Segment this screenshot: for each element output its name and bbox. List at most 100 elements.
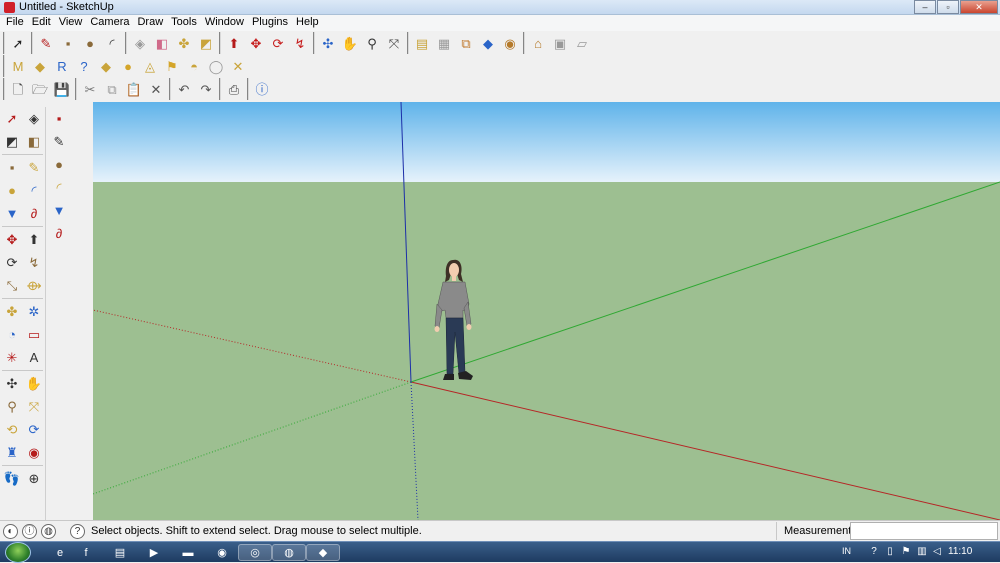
rectangle-tool-icon[interactable]: ▪: [57, 33, 79, 53]
menu-edit[interactable]: Edit: [28, 15, 55, 31]
paint-bucket-icon[interactable]: ◩: [195, 33, 217, 53]
save-file-icon[interactable]: 💾: [51, 79, 73, 99]
pan-icon[interactable]: ✋: [23, 373, 45, 395]
components-icon[interactable]: ⧉: [455, 33, 477, 53]
follow-me-icon[interactable]: ↯: [289, 33, 311, 53]
zoom-icon[interactable]: ⚲: [1, 396, 23, 418]
add-building-icon[interactable]: ⌂: [527, 33, 549, 53]
rotate-icon[interactable]: ⟳: [1, 252, 23, 274]
open-file-icon[interactable]: 🗁: [29, 79, 51, 99]
flag-icon[interactable]: ⚑: [161, 56, 183, 76]
3d-text-icon[interactable]: A: [23, 347, 45, 369]
rectangle-icon[interactable]: ▪: [1, 157, 23, 179]
copy-icon[interactable]: ⧉: [101, 79, 123, 99]
photo-textures-icon[interactable]: ▣: [549, 33, 571, 53]
sphere-icon[interactable]: ●: [117, 56, 139, 76]
previous-view-icon[interactable]: ⟲: [1, 419, 23, 441]
circle-tool-icon[interactable]: ●: [79, 33, 101, 53]
geo-location-icon[interactable]: ◐: [3, 524, 18, 539]
pan-tool-icon[interactable]: ✋: [339, 33, 361, 53]
tray-device-icon[interactable]: ▯: [884, 546, 896, 558]
eraser-tool-icon[interactable]: ◧: [151, 33, 173, 53]
arc-tool-icon[interactable]: ◜: [101, 33, 123, 53]
next-view-icon[interactable]: ⟳: [23, 419, 45, 441]
protractor-icon[interactable]: ◔: [1, 324, 23, 346]
ie-icon[interactable]: e: [46, 544, 74, 561]
language-indicator[interactable]: IN: [842, 546, 851, 556]
menu-view[interactable]: View: [55, 15, 87, 31]
folder-icon[interactable]: ▬: [174, 544, 202, 561]
line-tool-icon[interactable]: ✎: [35, 33, 57, 53]
tape-measure-icon[interactable]: ✤: [173, 33, 195, 53]
menu-file[interactable]: File: [2, 15, 28, 31]
chrome-icon[interactable]: ◎: [238, 544, 272, 561]
polygon-b-icon[interactable]: ▼: [48, 200, 70, 222]
eraser-icon[interactable]: ◧: [23, 131, 45, 153]
menu-plugins[interactable]: Plugins: [248, 15, 292, 31]
polygon-icon[interactable]: ▼: [1, 203, 23, 225]
move-tool-icon[interactable]: ✥: [245, 33, 267, 53]
dynamic-component-icon[interactable]: ◆: [95, 56, 117, 76]
get-models-icon[interactable]: ▤: [411, 33, 433, 53]
viewport-canvas[interactable]: [93, 102, 1000, 520]
component-icon[interactable]: ◈: [23, 108, 45, 130]
menu-draw[interactable]: Draw: [133, 15, 167, 31]
close-button[interactable]: ✕: [960, 0, 998, 14]
menu-window[interactable]: Window: [201, 15, 248, 31]
orbit-icon[interactable]: ✣: [1, 373, 23, 395]
model-info-icon[interactable]: ⓘ: [251, 79, 273, 99]
drawing-viewport[interactable]: [93, 102, 1000, 520]
print-icon[interactable]: ⎙: [223, 79, 245, 99]
look-around-icon[interactable]: ◉: [23, 442, 45, 464]
redo-icon[interactable]: ↷: [195, 79, 217, 99]
push-pull-icon[interactable]: ⬆: [223, 33, 245, 53]
instructor-help-icon[interactable]: ?: [70, 524, 85, 539]
line-b-icon[interactable]: ✎: [48, 131, 70, 153]
position-camera-icon[interactable]: ♜: [1, 442, 23, 464]
measurements-input[interactable]: [850, 522, 998, 540]
toggle-terrain-icon[interactable]: ▱: [571, 33, 593, 53]
orbit-tool-icon[interactable]: ✣: [317, 33, 339, 53]
help-badge-icon[interactable]: ?: [73, 56, 95, 76]
start-button[interactable]: [5, 542, 31, 563]
media-player-icon[interactable]: ▶: [140, 544, 168, 561]
new-file-icon[interactable]: 🗋: [7, 79, 29, 99]
section-plane-icon[interactable]: ⊕: [23, 468, 45, 490]
arc-icon[interactable]: ◜: [23, 180, 45, 202]
app-icon[interactable]: ◍: [272, 544, 306, 561]
line-icon[interactable]: ✎: [23, 157, 45, 179]
tape-icon[interactable]: ✤: [1, 301, 23, 323]
scale-icon[interactable]: ⤡: [1, 275, 23, 297]
select-icon[interactable]: ➚: [1, 108, 23, 130]
delete-icon[interactable]: ✕: [145, 79, 167, 99]
move-icon[interactable]: ✥: [1, 229, 23, 251]
offset-icon[interactable]: ⟴: [23, 275, 45, 297]
make-component-icon[interactable]: ◈: [129, 33, 151, 53]
extension-warehouse-icon[interactable]: ◆: [477, 33, 499, 53]
zoom-tool-icon[interactable]: ⚲: [361, 33, 383, 53]
shadow-icon[interactable]: ◓: [183, 56, 205, 76]
walk-icon[interactable]: 👣: [1, 468, 23, 490]
rectangle-b-icon[interactable]: ▪: [48, 108, 70, 130]
get-current-view-icon[interactable]: ◉: [499, 33, 521, 53]
dimension-icon[interactable]: ✲: [23, 301, 45, 323]
sandbox-icon[interactable]: ◬: [139, 56, 161, 76]
menu-tools[interactable]: Tools: [167, 15, 201, 31]
paste-icon[interactable]: 📋: [123, 79, 145, 99]
rotate-tool-icon[interactable]: ⟳: [267, 33, 289, 53]
x-axis-icon[interactable]: ✕: [227, 56, 249, 76]
arc-b-icon[interactable]: ◜: [48, 177, 70, 199]
r-badge-icon[interactable]: R: [51, 56, 73, 76]
tag-icon[interactable]: ◆: [29, 56, 51, 76]
circle-b-icon[interactable]: ●: [48, 154, 70, 176]
cut-icon[interactable]: ✂: [79, 79, 101, 99]
maximize-button[interactable]: ▫: [937, 0, 959, 14]
text-icon[interactable]: ▭: [23, 324, 45, 346]
paint-icon[interactable]: ◩: [1, 131, 23, 153]
menu-camera[interactable]: Camera: [86, 15, 133, 31]
freehand-b-icon[interactable]: ∂: [48, 223, 70, 245]
minimize-button[interactable]: –: [914, 0, 936, 14]
freehand-icon[interactable]: ∂: [23, 203, 45, 225]
m-badge-icon[interactable]: M: [7, 56, 29, 76]
tray-volume-icon[interactable]: ◁: [931, 546, 943, 558]
